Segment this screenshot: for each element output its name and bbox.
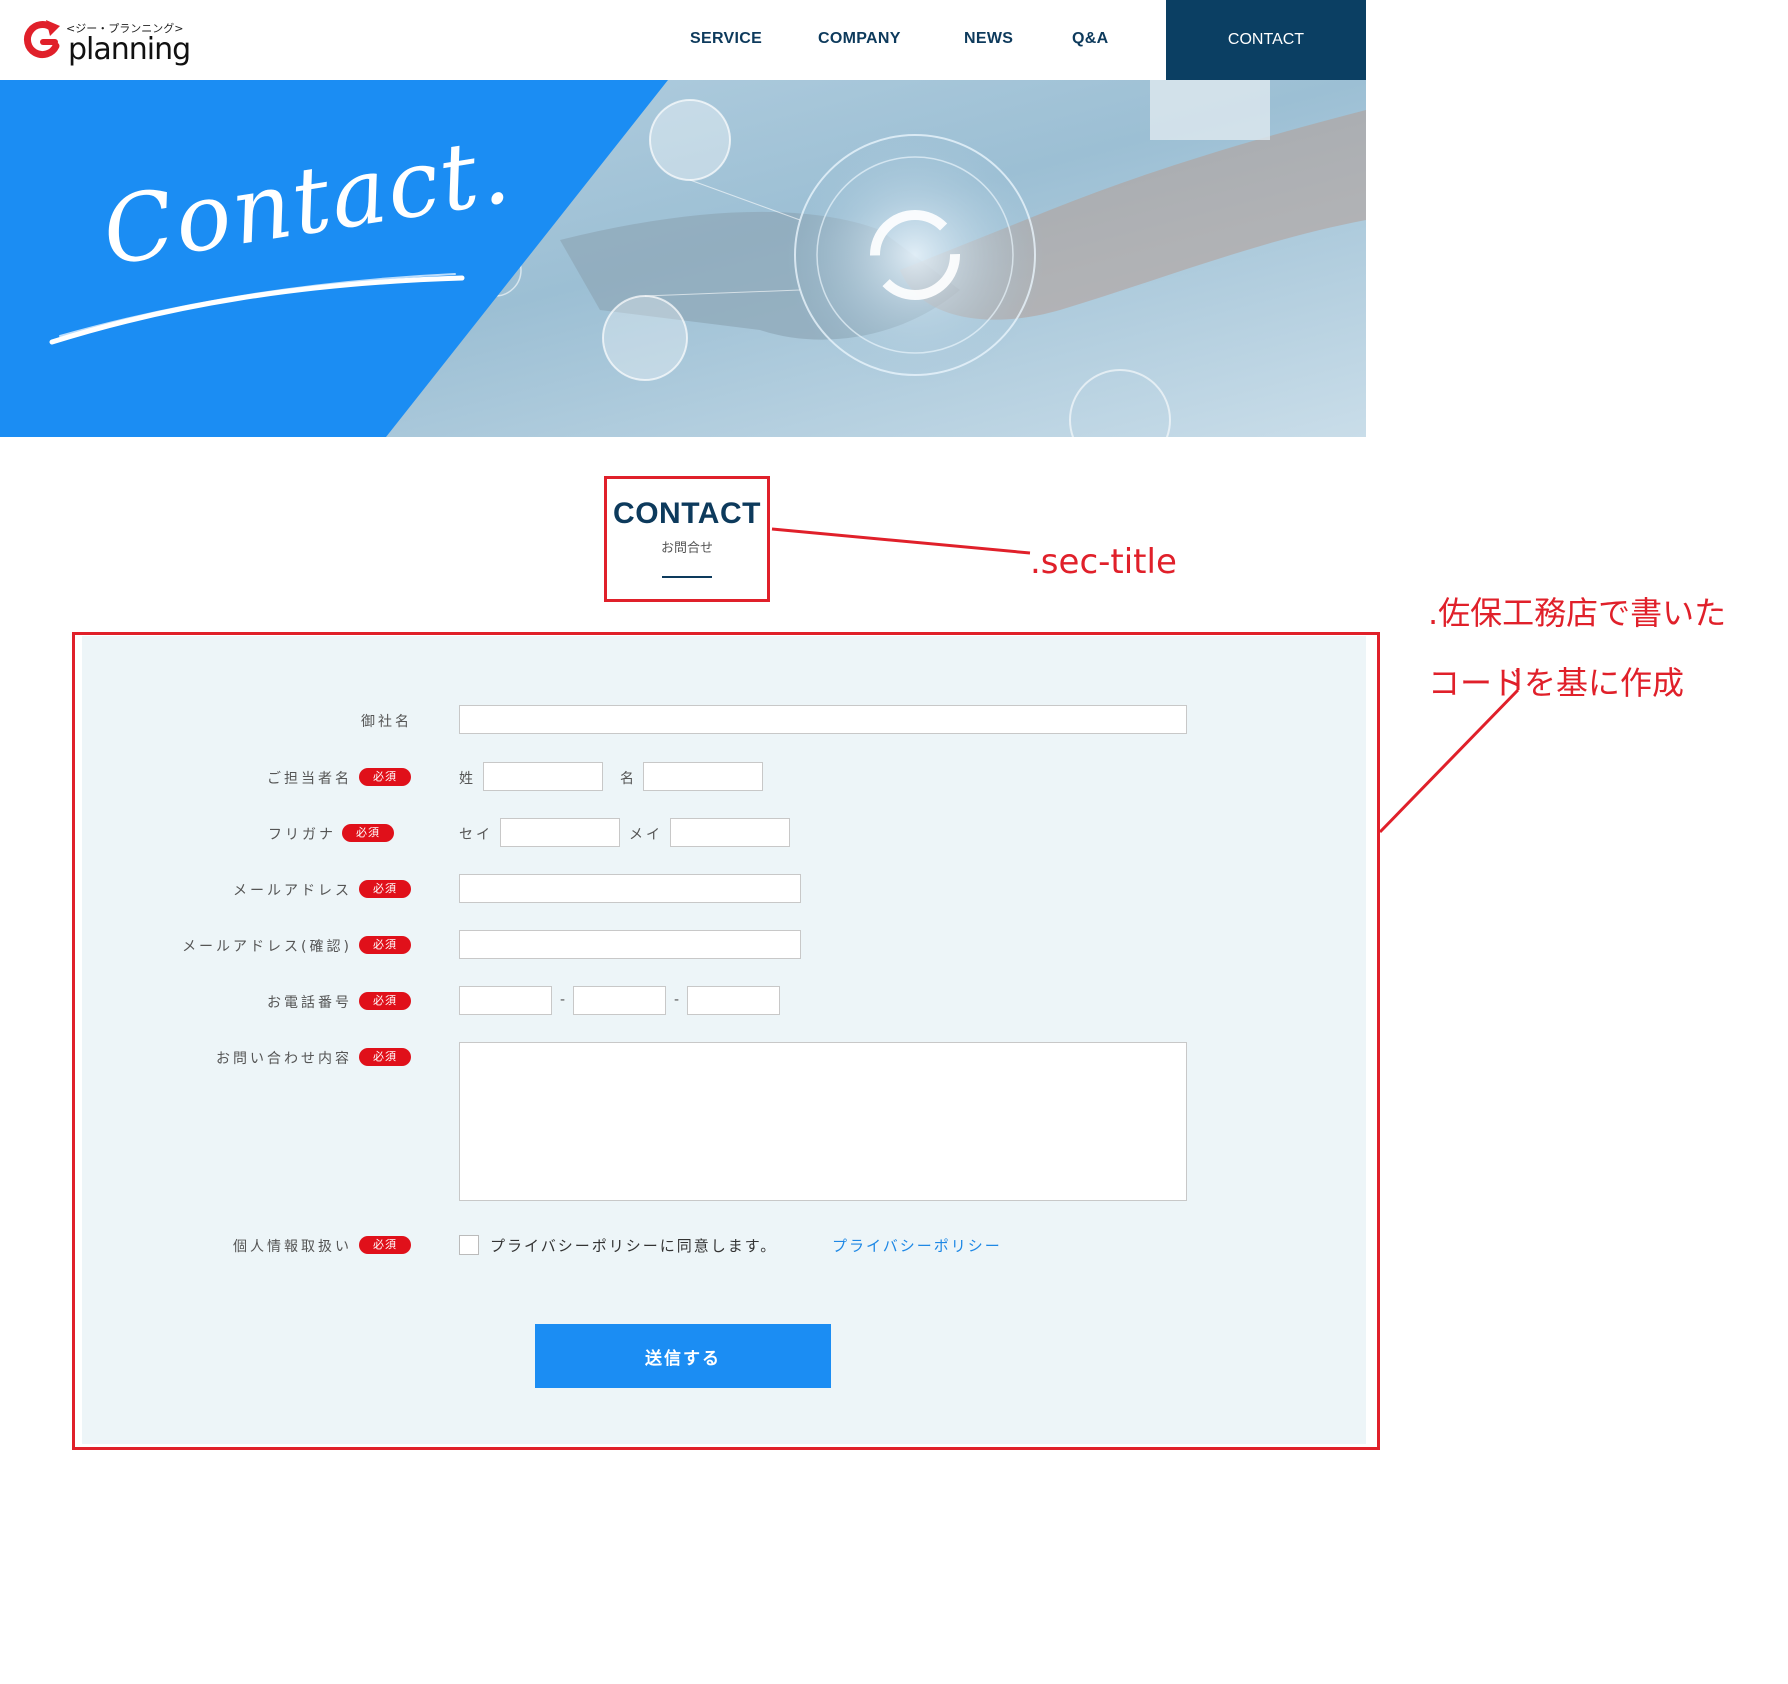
required-badge: 必須 xyxy=(359,1236,411,1254)
mei-label: メイ xyxy=(629,827,663,843)
sei-input[interactable] xyxy=(500,818,620,847)
required-badge: 必須 xyxy=(359,992,411,1010)
privacy-checkbox[interactable] xyxy=(459,1235,479,1255)
required-badge: 必須 xyxy=(359,1048,411,1066)
contact-person-label: ご担当者名 xyxy=(267,771,352,787)
required-badge: 必須 xyxy=(359,880,411,898)
company-label: 御社名 xyxy=(361,714,412,730)
email-input[interactable] xyxy=(459,874,801,903)
company-input[interactable] xyxy=(459,705,1187,734)
privacy-label: 個人情報取扱い xyxy=(233,1239,352,1255)
sei-label: セイ xyxy=(459,827,493,843)
annotation-form-line1: .佐保工務店で書いた xyxy=(1428,594,1727,632)
phone-input-2[interactable] xyxy=(573,986,666,1015)
email-confirm-label: メールアドレス(確認) xyxy=(182,939,352,955)
required-badge: 必須 xyxy=(342,824,394,842)
submit-button[interactable]: 送信する xyxy=(535,1324,831,1388)
inquiry-label: お問い合わせ内容 xyxy=(216,1051,352,1067)
privacy-agree-text: プライバシーポリシーに同意します。 xyxy=(490,1237,778,1255)
phone-separator: - xyxy=(560,992,566,1008)
furigana-label: フリガナ xyxy=(268,827,336,843)
required-badge: 必須 xyxy=(359,936,411,954)
annotation-form-line2: コードを基に作成 xyxy=(1428,664,1685,702)
first-name-input[interactable] xyxy=(643,762,763,791)
last-name-label: 姓 xyxy=(459,771,476,787)
phone-label: お電話番号 xyxy=(267,995,352,1011)
inquiry-textarea[interactable] xyxy=(459,1042,1187,1201)
phone-input-1[interactable] xyxy=(459,986,552,1015)
mei-input[interactable] xyxy=(670,818,790,847)
first-name-label: 名 xyxy=(620,771,637,787)
annotation-sec-title: .sec-title xyxy=(1030,542,1177,582)
phone-separator: - xyxy=(674,992,680,1008)
email-label: メールアドレス xyxy=(233,883,352,899)
phone-input-3[interactable] xyxy=(687,986,780,1015)
privacy-policy-link[interactable]: プライバシーポリシー xyxy=(832,1235,1002,1256)
required-badge: 必須 xyxy=(359,768,411,786)
last-name-input[interactable] xyxy=(483,762,603,791)
email-confirm-input[interactable] xyxy=(459,930,801,959)
